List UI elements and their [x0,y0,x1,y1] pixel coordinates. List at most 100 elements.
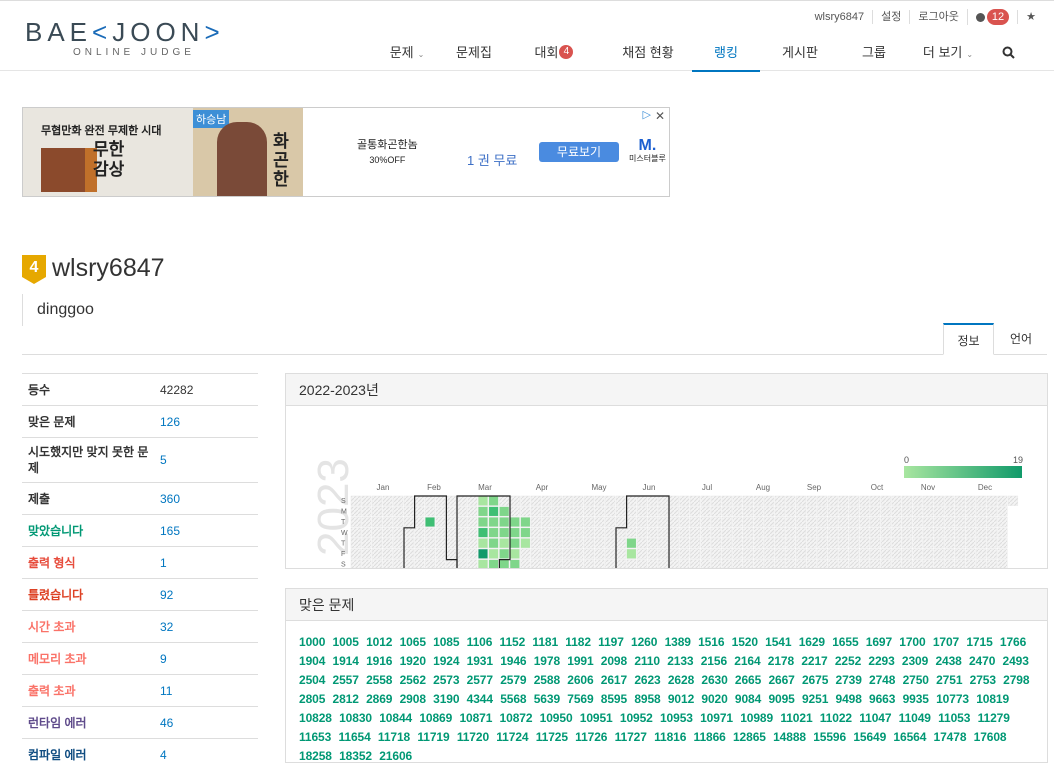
heatmap-cell[interactable] [467,538,478,549]
heatmap-cell[interactable] [880,559,891,570]
heatmap-cell[interactable] [870,527,881,538]
heatmap-cell[interactable] [541,548,552,559]
heatmap-cell[interactable] [997,495,1008,506]
heatmap-cell[interactable] [901,495,913,506]
problem-link[interactable]: 9663 [869,692,895,706]
problem-link[interactable]: 1520 [732,635,758,649]
problem-link[interactable]: 11047 [859,711,891,725]
heatmap-cell[interactable] [859,548,870,559]
heatmap-cell[interactable] [456,538,467,549]
heatmap-cell[interactable] [636,495,648,506]
problem-link[interactable]: 2133 [667,654,693,668]
heatmap-cell[interactable] [997,559,1008,570]
heatmap-cell[interactable] [467,527,478,538]
problem-link[interactable]: 5568 [500,692,526,706]
heatmap-cell[interactable] [891,516,902,528]
heatmap-cell[interactable] [774,538,785,549]
heatmap-cell[interactable] [573,538,584,549]
heatmap-cell[interactable] [774,527,785,538]
problem-link[interactable]: 1152 [500,635,526,649]
problem-link[interactable]: 10871 [459,711,492,725]
heatmap-cell[interactable] [965,559,976,570]
heatmap-cell[interactable] [679,495,690,506]
heatmap-cell[interactable] [446,559,457,570]
heatmap-cell[interactable] [403,527,414,538]
heatmap-cell[interactable] [668,495,679,506]
problem-link[interactable]: 8595 [601,692,627,706]
heatmap-cell[interactable] [679,559,690,570]
heatmap-cell[interactable] [923,516,934,528]
heatmap-cell[interactable] [371,527,383,538]
heatmap-cell[interactable] [605,495,616,506]
heatmap-cell[interactable] [870,516,881,528]
heatmap-cell[interactable] [499,538,510,549]
problem-link[interactable]: 9251 [802,692,828,706]
heatmap-cell[interactable] [764,527,775,538]
heatmap-cell[interactable] [562,559,573,570]
heatmap-cell[interactable] [679,527,690,538]
heatmap-cell[interactable] [446,548,457,559]
heatmap-cell[interactable] [891,559,902,570]
stats-value[interactable]: 126 [160,415,180,429]
heatmap-cell[interactable] [424,527,436,538]
heatmap-cell[interactable] [923,506,934,517]
problem-link[interactable]: 2293 [868,654,894,668]
heatmap-cell[interactable] [446,495,457,506]
problem-link[interactable]: 11279 [978,711,1010,725]
heatmap-cell[interactable] [764,495,775,506]
heatmap-cell[interactable] [594,559,605,570]
heatmap-cell[interactable] [912,495,923,506]
problem-link[interactable]: 10819 [976,692,1009,706]
heatmap-cell[interactable] [658,516,669,528]
heatmap-cell[interactable] [350,538,361,549]
heatmap-cell[interactable] [891,495,902,506]
heatmap-cell[interactable] [424,506,436,517]
heatmap-cell[interactable] [605,538,616,549]
heatmap-cell[interactable] [817,516,828,528]
heatmap-cell[interactable] [795,548,807,559]
heatmap-cell[interactable] [403,548,414,559]
heatmap-cell[interactable] [817,506,828,517]
heatmap-cell[interactable] [817,559,828,570]
heatmap-cell[interactable] [870,495,881,506]
heatmap-cell[interactable] [742,527,754,538]
heatmap-cell[interactable] [382,548,393,559]
heatmap-cell[interactable] [954,495,966,506]
heatmap-cell[interactable] [965,548,976,559]
heatmap-cell[interactable] [658,548,669,559]
heatmap-cell[interactable] [371,559,383,570]
heatmap-cell[interactable] [870,506,881,517]
problem-link[interactable]: 10828 [299,711,332,725]
problem-link[interactable]: 11049 [899,711,931,725]
problem-link[interactable]: 1655 [832,635,858,649]
heatmap-cell[interactable] [997,516,1008,528]
nav-ranking[interactable]: 랭킹 [692,36,760,72]
problem-link[interactable]: 10971 [700,711,733,725]
heatmap-cell[interactable] [382,506,393,517]
heatmap-cell[interactable] [848,559,860,570]
heatmap-cell[interactable] [647,548,658,559]
problem-link[interactable]: 1541 [765,635,791,649]
heatmap-cell[interactable] [689,516,701,528]
heatmap-cell[interactable] [541,495,552,506]
heatmap-cell[interactable] [880,538,891,549]
heatmap-cell[interactable] [859,538,870,549]
logout-link[interactable]: 로그아웃 [909,10,966,24]
heatmap-cell[interactable] [721,527,732,538]
heatmap-cell[interactable] [530,548,542,559]
heatmap-cell[interactable] [732,548,743,559]
heatmap-cell[interactable] [562,538,573,549]
stats-value[interactable]: 360 [160,492,180,506]
problem-link[interactable]: 2110 [634,654,660,668]
problem-link[interactable]: 17608 [974,730,1007,744]
heatmap-cell[interactable] [838,527,849,538]
heatmap-cell[interactable] [700,559,711,570]
problem-link[interactable]: 11724 [496,730,528,744]
heatmap-cell[interactable] [901,538,913,549]
stats-value[interactable]: 11 [160,684,172,698]
heatmap-cell[interactable] [944,538,955,549]
heatmap-cell[interactable] [636,516,648,528]
heatmap-cell[interactable] [732,495,743,506]
star-icon[interactable]: ★ [1017,10,1044,24]
heatmap-cell[interactable] [583,538,595,549]
